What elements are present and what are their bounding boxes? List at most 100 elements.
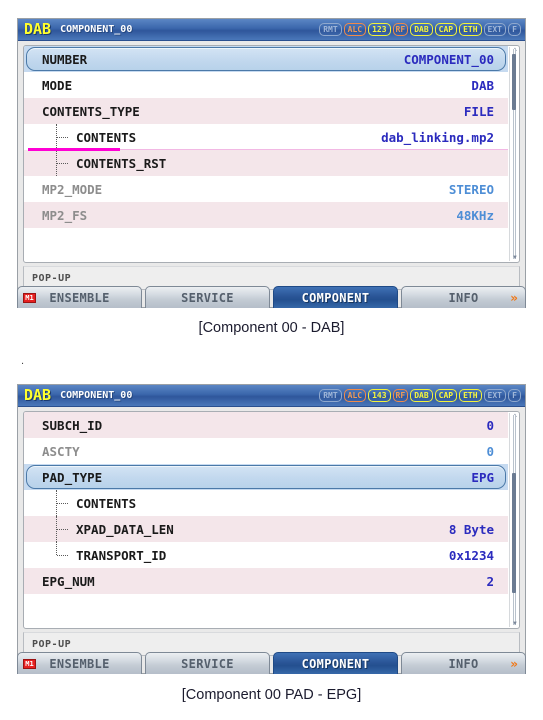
tab-service[interactable]: SERVICE <box>145 286 270 308</box>
row-value: STEREO <box>448 181 494 197</box>
status-badge-group-1: RMT ALC 123 RF DAB CAP ETH EXT F <box>319 23 521 36</box>
status-badge-eth: ETH <box>459 23 482 36</box>
tab-component[interactable]: COMPONENT <box>273 652 398 674</box>
status-badge-alc: ALC <box>343 389 367 402</box>
row-value: 0x1234 <box>448 547 494 563</box>
screenshot-root: DAB COMPONENT_00 RMT ALC 123 RF DAB CAP … <box>0 0 543 720</box>
tab-info[interactable]: INFO » <box>401 652 526 674</box>
popup-label: POP-UP <box>32 638 72 650</box>
row-key: CONTENTS <box>76 129 137 145</box>
status-badge-rmt: RMT <box>319 23 342 36</box>
tab-service[interactable]: SERVICE <box>145 652 270 674</box>
titlebar-component-name: COMPONENT_00 <box>60 24 133 35</box>
table-row[interactable]: MP2_FS 48KHz <box>24 202 508 228</box>
tab-strip-1: M1 ENSEMBLE SERVICE COMPONENT INFO » <box>17 286 526 308</box>
list-scrollbar-1[interactable]: ▲ ▼ <box>509 47 518 261</box>
memory-slot-icon: M1 <box>23 658 36 669</box>
row-key: MP2_FS <box>42 207 88 223</box>
tab-label: SERVICE <box>181 290 234 305</box>
figure-caption-2: [Component 00 PAD - EPG] <box>181 687 362 703</box>
scrollbar-thumb[interactable] <box>512 473 516 593</box>
dab-logo: DAB <box>24 20 52 38</box>
tree-guide-tick <box>57 529 68 530</box>
table-row[interactable]: CONTENTS <box>24 490 508 516</box>
status-badge-group-2: RMT ALC 143 RF DAB CAP ETH EXT F <box>319 389 521 402</box>
tab-label: INFO <box>448 656 479 671</box>
row-key: ASCTY <box>42 443 80 459</box>
next-page-arrow-icon[interactable]: » <box>510 292 518 304</box>
next-page-arrow-icon[interactable]: » <box>510 658 518 670</box>
tree-guide-tick <box>57 503 68 504</box>
tree-guide-tick <box>57 137 68 138</box>
tree-guide-tick <box>57 555 68 556</box>
edit-cursor-hairline <box>120 149 508 150</box>
row-key: NUMBER <box>42 51 88 67</box>
status-badge-ext: EXT <box>483 389 506 402</box>
tab-component[interactable]: COMPONENT <box>273 286 398 308</box>
row-value: FILE <box>463 103 494 119</box>
row-value: 2 <box>486 573 494 589</box>
row-value: 48KHz <box>456 207 494 223</box>
status-badge-cap: CAP <box>434 389 458 402</box>
tab-ensemble[interactable]: M1 ENSEMBLE <box>17 652 142 674</box>
table-row[interactable]: MP2_MODE STEREO <box>24 176 508 202</box>
row-key: PAD_TYPE <box>42 469 103 485</box>
tab-label: ENSEMBLE <box>49 656 110 671</box>
row-key: MODE <box>42 77 73 93</box>
tab-label: INFO <box>448 290 479 305</box>
row-value: COMPONENT_00 <box>403 51 494 67</box>
table-row[interactable]: XPAD_DATA_LEN 8 Byte <box>24 516 508 542</box>
status-badge-f: F <box>508 23 521 36</box>
row-key: EPG_NUM <box>42 573 95 589</box>
status-badge-dab: DAB <box>410 389 433 402</box>
tab-label: ENSEMBLE <box>49 290 110 305</box>
status-badge-ext: EXT <box>483 23 506 36</box>
status-badge-alc: ALC <box>343 23 367 36</box>
parameter-list-2: SUBCH_ID 0 ASCTY 0 PAD_TYPE EPG CONTENTS <box>23 411 520 629</box>
table-row[interactable]: CONTENTS_TYPE FILE <box>24 98 508 124</box>
parameter-rows-2: SUBCH_ID 0 ASCTY 0 PAD_TYPE EPG CONTENTS <box>24 412 508 628</box>
figure-caption-1: [Component 00 - DAB] <box>198 320 345 336</box>
device-panel-2: DAB COMPONENT_00 RMT ALC 143 RF DAB CAP … <box>17 384 526 674</box>
status-badge-rmt: RMT <box>319 389 342 402</box>
memory-slot-icon: M1 <box>23 292 36 303</box>
dab-logo: DAB <box>24 386 52 404</box>
table-row[interactable]: EPG_NUM 2 <box>24 568 508 594</box>
table-row[interactable]: SUBCH_ID 0 <box>24 412 508 438</box>
tab-label: SERVICE <box>181 656 234 671</box>
table-row[interactable]: NUMBER COMPONENT_00 <box>24 46 508 72</box>
row-value: 8 Byte <box>448 521 494 537</box>
separator-mark: . <box>21 355 25 367</box>
row-key: TRANSPORT_ID <box>76 547 167 563</box>
scrollbar-thumb[interactable] <box>512 54 516 110</box>
row-key: CONTENTS_TYPE <box>42 103 140 119</box>
scroll-down-arrow[interactable]: ▼ <box>512 621 518 627</box>
row-value: 0 <box>486 417 494 433</box>
status-badge-counter: 123 <box>368 23 391 36</box>
parameter-list-1: NUMBER COMPONENT_00 MODE DAB CONTENTS_TY… <box>23 45 520 263</box>
tab-strip-2: M1 ENSEMBLE SERVICE COMPONENT INFO » <box>17 652 526 674</box>
row-key: CONTENTS <box>76 495 137 511</box>
list-scrollbar-2[interactable]: ▲ ▼ <box>509 413 518 627</box>
status-badge-dab: DAB <box>410 23 433 36</box>
row-key: SUBCH_ID <box>42 417 103 433</box>
table-row[interactable]: CONTENTS_RST <box>24 150 508 176</box>
scroll-down-arrow[interactable]: ▼ <box>512 255 518 261</box>
table-row[interactable]: CONTENTS dab_linking.mp2 <box>24 124 508 151</box>
row-key: XPAD_DATA_LEN <box>76 521 174 537</box>
status-badge-eth: ETH <box>459 389 482 402</box>
tree-guide-line <box>56 542 57 555</box>
tree-guide-tick <box>57 163 68 164</box>
edit-cursor-underline <box>28 148 120 151</box>
row-value: 0 <box>486 443 494 459</box>
table-row[interactable]: ASCTY 0 <box>24 438 508 464</box>
titlebar-2: DAB COMPONENT_00 RMT ALC 143 RF DAB CAP … <box>18 385 525 407</box>
table-row[interactable]: MODE DAB <box>24 72 508 98</box>
tab-info[interactable]: INFO » <box>401 286 526 308</box>
table-row[interactable]: PAD_TYPE EPG <box>24 464 508 490</box>
status-badge-rf: RF <box>392 389 409 402</box>
status-badge-counter: 143 <box>368 389 391 402</box>
table-row[interactable]: TRANSPORT_ID 0x1234 <box>24 542 508 568</box>
tab-ensemble[interactable]: M1 ENSEMBLE <box>17 286 142 308</box>
row-value: dab_linking.mp2 <box>381 129 494 145</box>
